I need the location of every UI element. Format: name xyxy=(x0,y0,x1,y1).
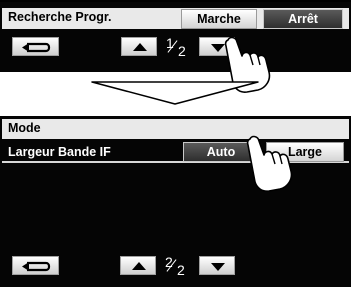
page-total: 2 xyxy=(177,262,185,278)
setting-label: Largeur Bande IF xyxy=(8,145,111,159)
page-up-button[interactable] xyxy=(121,37,157,56)
pointing-hand-icon xyxy=(246,135,293,192)
page-up-button[interactable] xyxy=(120,256,156,275)
page-down-button[interactable] xyxy=(199,256,235,275)
down-arrow-icon xyxy=(91,81,259,105)
up-triangle-icon xyxy=(132,262,146,270)
back-button[interactable] xyxy=(12,37,59,56)
up-triangle-icon xyxy=(133,43,147,51)
back-arrow-icon xyxy=(22,261,51,272)
back-button[interactable] xyxy=(12,256,59,275)
back-arrow-icon xyxy=(22,42,51,53)
page-total: 2 xyxy=(178,43,186,59)
down-triangle-icon xyxy=(211,263,225,271)
screen-title: Mode xyxy=(8,121,41,135)
page-indicator: 1 2 xyxy=(166,35,190,59)
setting-label: Recherche Progr. xyxy=(8,10,112,24)
screen-page-1: Recherche Progr. Marche Arrêt 1 2 xyxy=(0,0,351,72)
page-indicator: 2 2 xyxy=(165,254,189,278)
option-button-marche[interactable]: Marche xyxy=(181,9,257,29)
option-button-arret[interactable]: Arrêt xyxy=(263,9,343,29)
